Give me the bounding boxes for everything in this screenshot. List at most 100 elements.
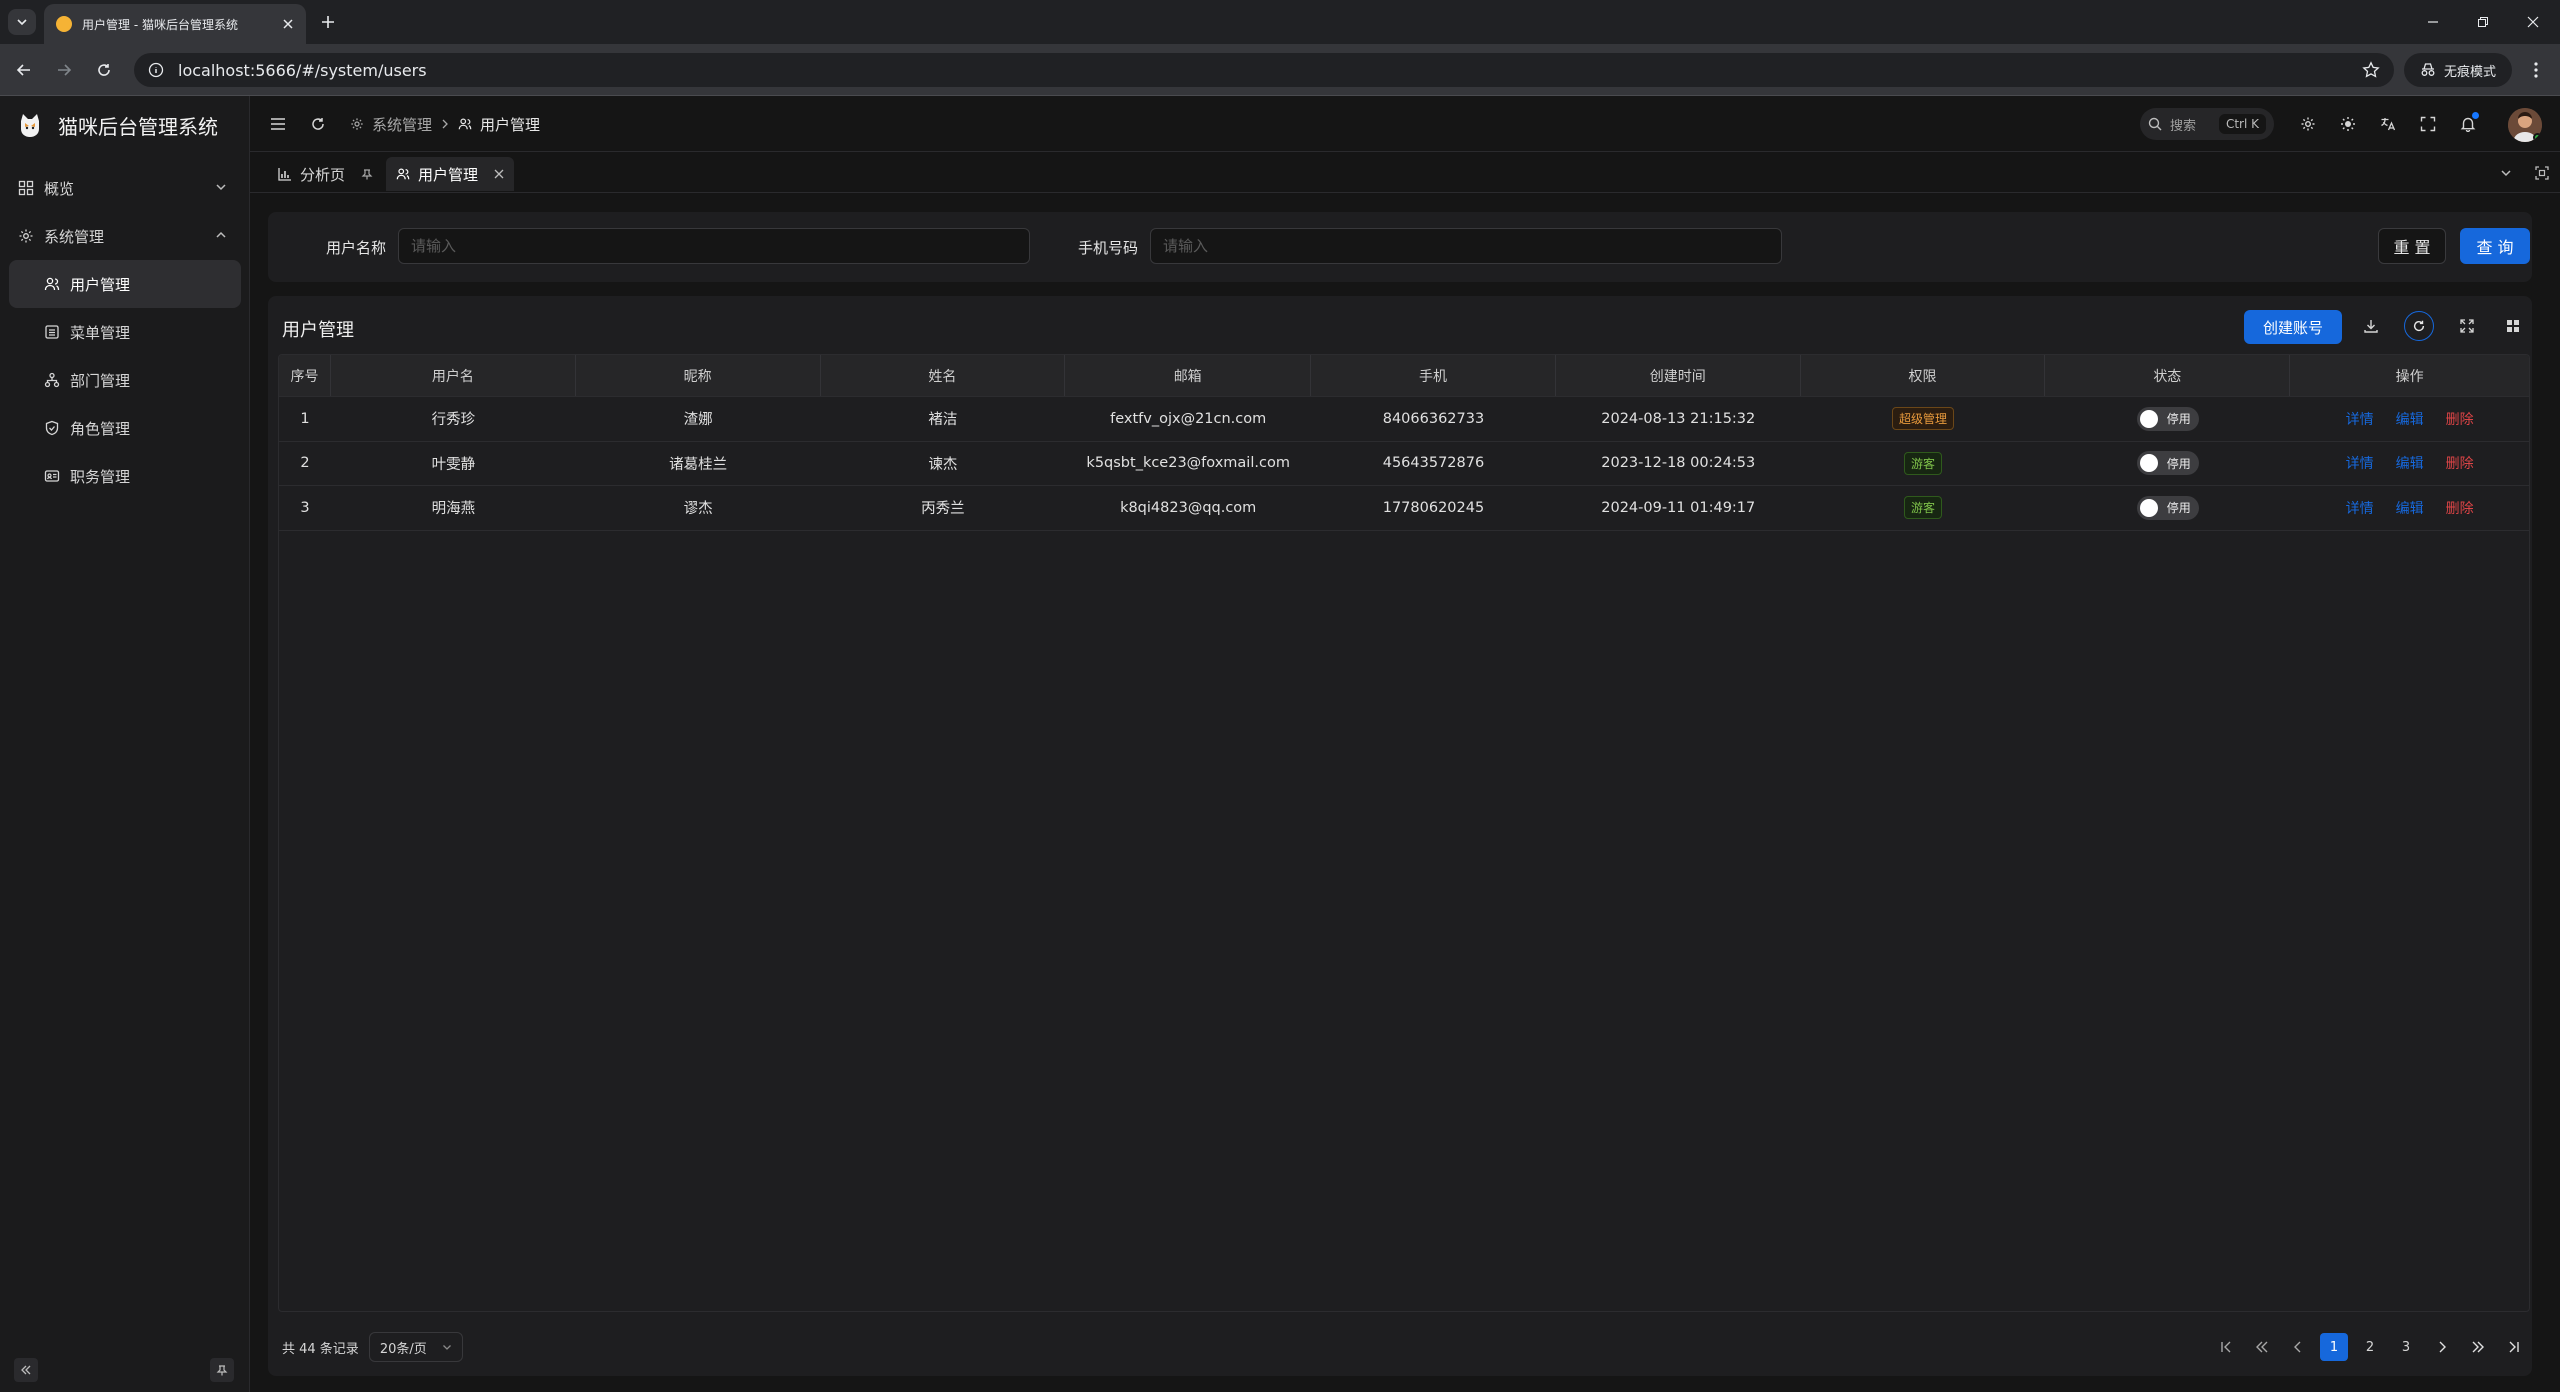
brand[interactable]: 猫咪后台管理系统 (16, 108, 218, 142)
page-size-select[interactable]: 20条/页 (368, 1332, 463, 1362)
translate-icon (2380, 116, 2396, 132)
theme-toggle-button[interactable] (2336, 112, 2360, 136)
search-shortcut: Ctrl K (2218, 114, 2266, 134)
star-icon[interactable] (2362, 61, 2380, 79)
double-chevron-left-icon (2255, 1341, 2269, 1353)
column-settings-button[interactable] (2498, 311, 2528, 341)
delete-link[interactable]: 删除 (2446, 453, 2474, 473)
pin-sidebar-button[interactable] (210, 1358, 234, 1382)
sidebar-item-departments[interactable]: 部门管理 (0, 356, 250, 404)
cell-name: 丙秀兰 (921, 501, 965, 518)
page-tabs: 分析页 用户管理 (250, 153, 2560, 193)
next-page-button[interactable] (2424, 1332, 2460, 1362)
search-icon (2148, 117, 2162, 131)
detail-link[interactable]: 详情 (2346, 453, 2374, 473)
app-header: 系统管理 用户管理 搜索 Ctrl K (250, 96, 2560, 152)
column-header: 权限 (1801, 355, 2046, 396)
detail-link[interactable]: 详情 (2346, 409, 2374, 429)
close-window-button[interactable] (2508, 0, 2558, 44)
jump-prev-button[interactable] (2244, 1332, 2280, 1362)
delete-link[interactable]: 删除 (2446, 409, 2474, 429)
tab-users[interactable]: 用户管理 (386, 157, 515, 191)
first-page-button[interactable] (2208, 1332, 2244, 1362)
browser-menu-button[interactable] (2524, 58, 2548, 82)
status-text: 停用 (2166, 501, 2191, 516)
role-tag: 游客 (1904, 451, 1943, 475)
close-icon[interactable] (282, 18, 294, 30)
fullscreen-button[interactable] (2416, 112, 2440, 136)
notifications-button[interactable] (2456, 112, 2480, 136)
refresh-icon (2412, 319, 2426, 333)
back-button[interactable] (12, 58, 36, 82)
tab-analytics[interactable]: 分析页 (268, 157, 383, 191)
sidebar-item-roles[interactable]: 角色管理 (0, 404, 250, 452)
sidebar-item-overview[interactable]: 概览 (0, 164, 250, 212)
pin-icon[interactable] (361, 168, 373, 180)
notification-dot (2472, 112, 2479, 119)
language-button[interactable] (2376, 112, 2400, 136)
global-search[interactable]: 搜索 Ctrl K (2140, 108, 2274, 140)
prev-page-button[interactable] (2280, 1332, 2316, 1362)
online-status-dot (2533, 133, 2542, 142)
last-page-button[interactable] (2496, 1332, 2532, 1362)
minimize-button[interactable] (2408, 0, 2458, 44)
tab-search-button[interactable] (8, 9, 36, 35)
tabs-maximize-button[interactable] (2530, 161, 2554, 185)
breadcrumb-current: 用户管理 (480, 115, 541, 134)
chevron-right-icon (2437, 1341, 2447, 1353)
sidebar-item-system[interactable]: 系统管理 (0, 212, 250, 260)
toggle-sidebar-button[interactable] (266, 112, 290, 136)
status-switch[interactable]: 停用 (2136, 406, 2199, 431)
page-size-value: 20条/页 (379, 1341, 427, 1357)
create-account-button[interactable]: 创建账号 (2244, 310, 2342, 344)
status-switch[interactable]: 停用 (2136, 495, 2199, 520)
hamburger-icon (270, 117, 286, 131)
reload-table-button[interactable] (2404, 311, 2434, 341)
sidebar-item-label: 系统管理 (44, 227, 105, 246)
cell-nickname: 谬杰 (683, 501, 713, 518)
chevron-down-icon (2499, 166, 2513, 180)
forward-button[interactable] (52, 58, 76, 82)
cell-status: 停用 (2045, 486, 2290, 530)
edit-link[interactable]: 编辑 (2396, 453, 2424, 473)
new-tab-button[interactable] (316, 10, 340, 34)
delete-link[interactable]: 删除 (2446, 498, 2474, 518)
reset-button[interactable]: 重 置 (2378, 228, 2446, 264)
avatar[interactable] (2508, 108, 2542, 142)
sidebar-item-menus[interactable]: 菜单管理 (0, 308, 250, 356)
detail-link[interactable]: 详情 (2346, 498, 2374, 518)
edit-link[interactable]: 编辑 (2396, 498, 2424, 518)
sidebar-item-positions[interactable]: 职务管理 (0, 452, 250, 500)
phone-input[interactable] (1150, 228, 1782, 264)
browser-tab[interactable]: 用户管理 - 猫咪后台管理系统 (44, 4, 306, 44)
gear-icon (350, 117, 364, 131)
page-number[interactable]: 2 (2352, 1332, 2388, 1362)
tabs-more-button[interactable] (2494, 161, 2518, 185)
reload-button[interactable] (92, 58, 116, 82)
cell-email: k8qi4823@qq.com (1120, 499, 1257, 516)
jump-next-button[interactable] (2460, 1332, 2496, 1362)
table-row: 1 行秀珍 渣娜 褚洁 fextfv_ojx@21cn.com 84066362… (279, 397, 2529, 442)
username-input[interactable] (398, 228, 1030, 264)
refresh-icon (310, 116, 326, 132)
collapse-sidebar-button[interactable] (14, 1358, 38, 1382)
filter-form: 用户名称 手机号码 重 置 查 询 (268, 212, 2532, 282)
refresh-page-button[interactable] (306, 112, 330, 136)
page-number[interactable]: 3 (2388, 1332, 2424, 1362)
page-number[interactable]: 1 (2316, 1332, 2352, 1362)
site-info-icon[interactable] (148, 62, 164, 78)
arrow-right-icon (56, 62, 72, 78)
breadcrumb-parent[interactable]: 系统管理 (372, 114, 432, 135)
preferences-button[interactable] (2296, 112, 2320, 136)
table-fullscreen-button[interactable] (2452, 311, 2482, 341)
sidebar-item-users[interactable]: 用户管理 (9, 260, 241, 308)
incognito-badge[interactable]: 无痕模式 (2404, 53, 2512, 87)
url-field[interactable]: localhost:5666/#/system/users (134, 53, 2394, 87)
export-button[interactable] (2356, 311, 2386, 341)
query-button[interactable]: 查 询 (2460, 228, 2530, 264)
restore-button[interactable] (2458, 0, 2508, 44)
edit-link[interactable]: 编辑 (2396, 409, 2424, 429)
status-switch[interactable]: 停用 (2136, 451, 2199, 476)
pin-icon (216, 1364, 228, 1376)
close-icon[interactable] (494, 169, 504, 179)
